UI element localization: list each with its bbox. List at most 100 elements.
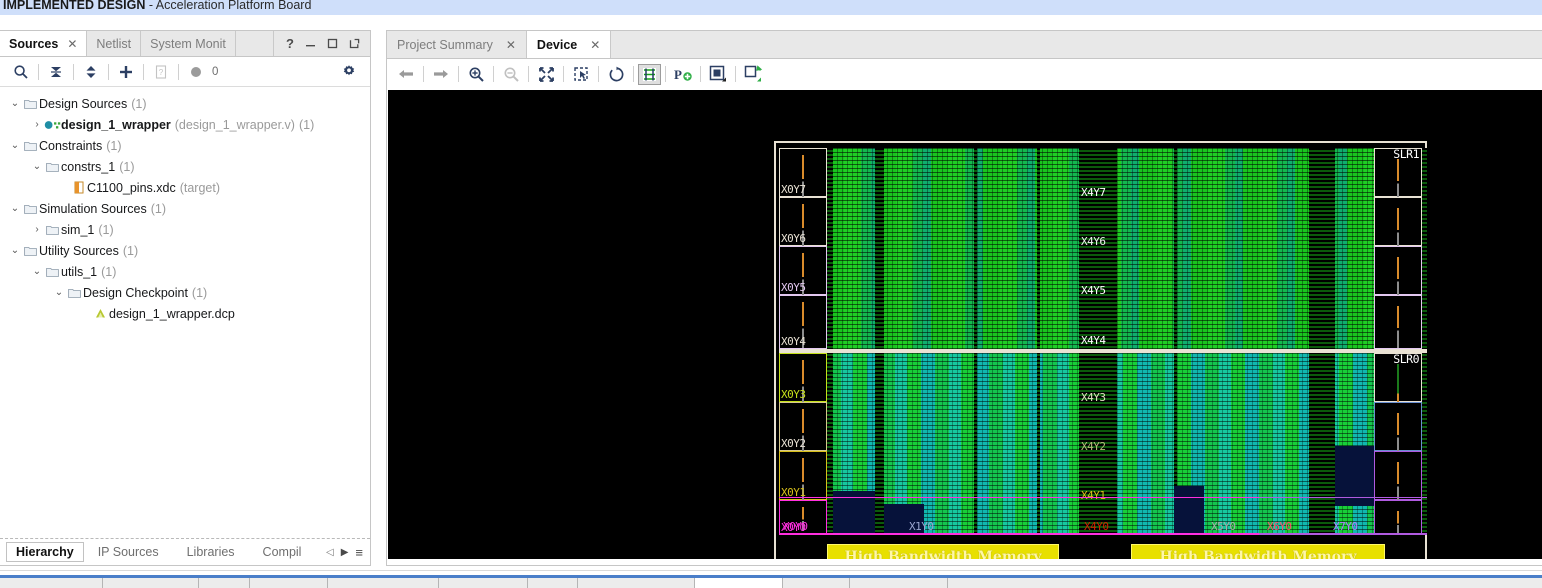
zoom-fit-icon[interactable] xyxy=(533,63,559,85)
tab-system-monitor-label: System Monit xyxy=(150,37,226,51)
tree-row[interactable]: ⌄ utils_1 (1) xyxy=(0,261,370,282)
gear-icon[interactable] xyxy=(336,61,362,83)
float-window-icon[interactable] xyxy=(349,38,360,49)
highlight-icon[interactable] xyxy=(705,63,731,85)
slr1-right-column[interactable] xyxy=(1374,295,1422,349)
slr0-right-column[interactable] xyxy=(1374,402,1422,451)
clock-region-label: X0Y7 xyxy=(781,184,806,196)
plus-icon[interactable] xyxy=(113,61,139,83)
slr1-label: SLR1 xyxy=(1393,147,1419,161)
forward-icon[interactable] xyxy=(428,63,454,85)
messages-count: 0 xyxy=(212,66,218,78)
hbm-label: High Bandwidth Memory xyxy=(844,549,1041,560)
tab-device[interactable]: Device ✕ xyxy=(527,31,611,58)
maximize-icon[interactable] xyxy=(327,38,338,49)
clock-region-label: X0Y4 xyxy=(781,336,806,348)
chevron-down-icon[interactable]: ⌄ xyxy=(8,99,22,109)
tree-row[interactable]: › sim_1 (1) xyxy=(0,219,370,240)
folder-icon xyxy=(22,140,39,152)
search-icon[interactable] xyxy=(8,61,34,83)
hbm-stack-right[interactable]: High Bandwidth Memory xyxy=(1131,544,1385,559)
resource-column xyxy=(1037,148,1040,535)
slr0-right-column[interactable] xyxy=(1374,451,1422,500)
tab-hierarchy[interactable]: Hierarchy xyxy=(6,542,84,562)
scroll-right-icon[interactable]: ▶ xyxy=(341,547,349,558)
expand-collapse-icon[interactable] xyxy=(78,61,104,83)
collapse-all-icon[interactable] xyxy=(43,61,69,83)
close-icon[interactable]: ✕ xyxy=(590,38,600,52)
chevron-right-icon[interactable]: › xyxy=(30,120,44,130)
toolbar-divider xyxy=(458,66,459,82)
zoom-in-icon[interactable] xyxy=(463,63,489,85)
sources-toolbar: ? 0 xyxy=(0,57,370,87)
close-icon[interactable]: ✕ xyxy=(67,37,77,51)
folder-icon xyxy=(44,224,61,236)
tree-row[interactable]: C1100_pins.xdc (target) xyxy=(0,177,370,198)
toolbar-divider xyxy=(108,64,109,80)
tab-project-summary[interactable]: Project Summary ✕ xyxy=(387,31,527,58)
tree-row[interactable]: ⌄ Simulation Sources (1) xyxy=(0,198,370,219)
toolbar-divider xyxy=(633,66,634,82)
tree-row[interactable]: ⌄ Utility Sources (1) xyxy=(0,240,370,261)
tab-ip-sources[interactable]: IP Sources xyxy=(84,543,173,562)
clock-region-cell[interactable]: X0Y5 xyxy=(779,246,827,295)
routing-resources-icon[interactable] xyxy=(638,64,661,85)
chevron-down-icon[interactable]: ⌄ xyxy=(8,246,22,256)
clock-region-cell[interactable]: X0Y2 xyxy=(779,402,827,451)
io-column-label: X0Y0 xyxy=(783,520,808,533)
zoom-area-icon[interactable] xyxy=(568,63,594,85)
hbm-stack-left[interactable]: High Bandwidth Memory xyxy=(827,544,1059,559)
tab-list-menu-icon[interactable]: ≡ xyxy=(355,545,363,560)
close-icon[interactable]: ✕ xyxy=(506,38,516,52)
unused-region xyxy=(1174,486,1204,534)
help-icon[interactable]: ? xyxy=(286,37,294,50)
clock-region-label-mid: X4Y4 xyxy=(1081,334,1106,347)
zoom-out-icon xyxy=(498,63,524,85)
sources-tree[interactable]: ⌄ Design Sources (1) › design_1_wrapper … xyxy=(0,88,370,537)
tab-sources[interactable]: Sources ✕ xyxy=(0,31,86,56)
tab-system-monitor[interactable]: System Monit xyxy=(141,31,236,56)
clock-region-cell[interactable]: X0Y1 xyxy=(779,451,827,500)
refresh-icon[interactable] xyxy=(603,63,629,85)
scroll-left-icon[interactable]: ◁ xyxy=(326,547,334,558)
tree-row[interactable]: ⌄ Constraints (1) xyxy=(0,135,370,156)
toolbar-divider xyxy=(143,64,144,80)
tab-compile-order[interactable]: Compil xyxy=(249,543,302,562)
project-name-label: Acceleration Platform Board xyxy=(156,0,312,12)
slr0-right-column[interactable] xyxy=(1374,500,1422,535)
chevron-down-icon[interactable]: ⌄ xyxy=(8,141,22,151)
tab-netlist[interactable]: Netlist xyxy=(86,31,141,56)
tree-row[interactable]: ⌄ Design Sources (1) xyxy=(0,93,370,114)
chevron-down-icon[interactable]: ⌄ xyxy=(52,288,66,298)
clock-route-stick xyxy=(1397,208,1399,250)
mark-icon[interactable] xyxy=(740,63,766,85)
tab-hierarchy-label: Hierarchy xyxy=(16,545,74,559)
folder-icon xyxy=(22,98,39,110)
fabric-slr1 xyxy=(827,148,1427,349)
fpga-die[interactable]: X0Y7 X0Y6 X0Y5 X0Y4 xyxy=(774,141,1427,559)
device-view-canvas[interactable]: X0Y7 X0Y6 X0Y5 X0Y4 xyxy=(388,90,1542,559)
slr1-right-column[interactable] xyxy=(1374,246,1422,295)
tree-row-count: (1) xyxy=(119,160,134,174)
status-dot-icon[interactable] xyxy=(183,61,209,83)
xdc-file-icon xyxy=(70,181,87,194)
back-icon[interactable] xyxy=(393,63,419,85)
chevron-down-icon[interactable]: ⌄ xyxy=(8,204,22,214)
tree-row[interactable]: › design_1_wrapper (design_1_wrapper.v) … xyxy=(0,114,370,135)
tree-row[interactable]: ⌄ constrs_1 (1) xyxy=(0,156,370,177)
clock-region-cell[interactable]: X0Y4 xyxy=(779,295,827,349)
clock-route-stick xyxy=(1397,364,1399,406)
chevron-down-icon[interactable]: ⌄ xyxy=(30,267,44,277)
chevron-right-icon[interactable]: › xyxy=(30,225,44,235)
clock-region-cell[interactable]: X0Y6 xyxy=(779,197,827,246)
clock-region-cell[interactable]: X0Y3 xyxy=(779,353,827,402)
tab-libraries[interactable]: Libraries xyxy=(173,543,249,562)
autofit-selection-icon[interactable]: P xyxy=(670,63,696,85)
chevron-down-icon[interactable]: ⌄ xyxy=(30,162,44,172)
clock-region-cell[interactable]: X0Y7 xyxy=(779,148,827,197)
minimize-icon[interactable] xyxy=(305,38,316,49)
io-bank-outline xyxy=(779,533,1259,535)
tree-row[interactable]: ⌄ Design Checkpoint (1) xyxy=(0,282,370,303)
slr1-right-column[interactable] xyxy=(1374,197,1422,246)
tree-row[interactable]: design_1_wrapper.dcp xyxy=(0,303,370,324)
